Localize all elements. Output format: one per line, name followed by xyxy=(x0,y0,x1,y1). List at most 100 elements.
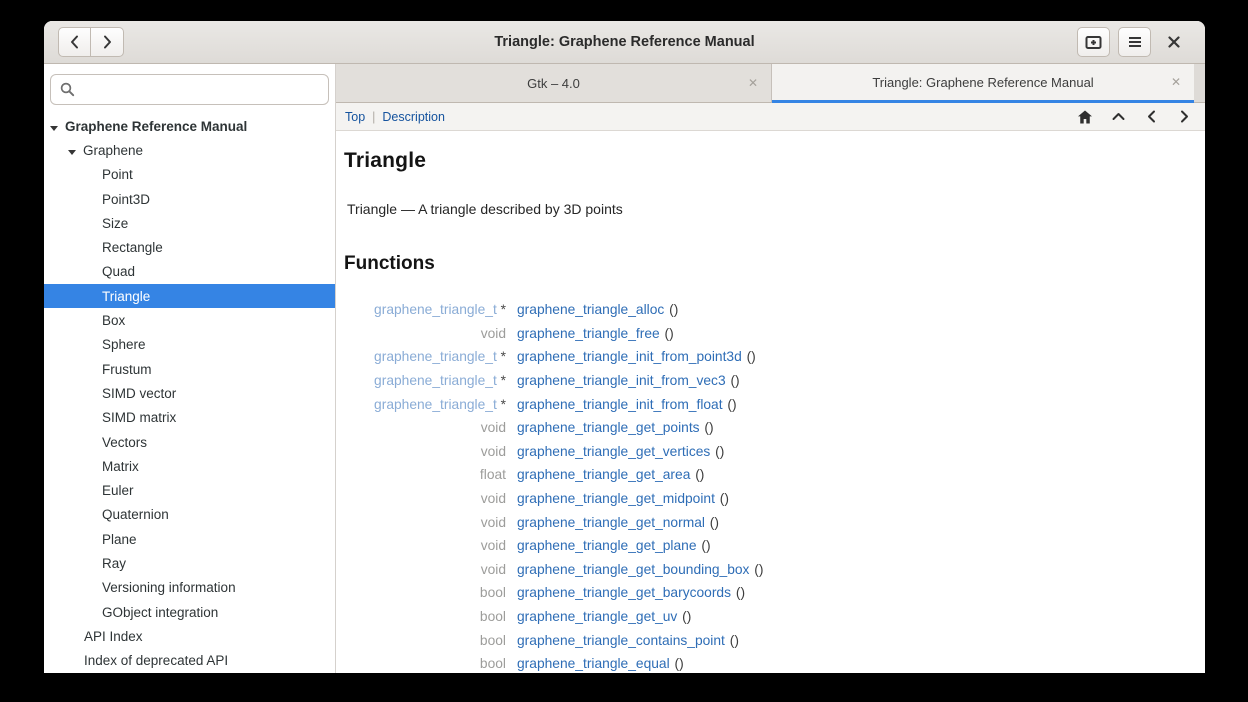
sidebar-item-label: Box xyxy=(102,313,125,328)
function-parens: () xyxy=(724,397,737,412)
sidebar-item-label: Quad xyxy=(102,264,135,279)
search-input[interactable] xyxy=(82,82,319,97)
function-name: graphene_triangle_get_plane () xyxy=(517,538,711,553)
sidebar-item-size[interactable]: Size xyxy=(44,211,335,235)
function-parens: () xyxy=(706,515,719,530)
function-link-graphene-triangle-get-bounding-box[interactable]: graphene_triangle_get_bounding_box xyxy=(517,562,749,577)
nav-link-description[interactable]: Description xyxy=(382,110,445,124)
return-type-link[interactable]: graphene_triangle_t xyxy=(374,373,497,388)
sidebar-item-label: Plane xyxy=(102,532,137,547)
return-type-text: void xyxy=(481,420,506,435)
sidebar-item-gobject-integration[interactable]: GObject integration xyxy=(44,600,335,624)
return-type-text: bool xyxy=(480,656,506,671)
function-link-graphene-triangle-init-from-float[interactable]: graphene_triangle_init_from_float xyxy=(517,397,723,412)
function-parens: () xyxy=(727,373,740,388)
function-link-graphene-triangle-get-plane[interactable]: graphene_triangle_get_plane xyxy=(517,538,697,553)
function-name: graphene_triangle_get_barycoords () xyxy=(517,585,745,600)
function-link-graphene-triangle-init-from-point3d[interactable]: graphene_triangle_init_from_point3d xyxy=(517,349,742,364)
titlebar: Triangle: Graphene Reference Manual xyxy=(44,21,1205,64)
tab-triangle-graphene-reference-manual[interactable]: Triangle: Graphene Reference Manual✕ xyxy=(772,64,1194,103)
sidebar-item-label: SIMD vector xyxy=(102,386,176,401)
return-type-link[interactable]: graphene_triangle_t xyxy=(374,349,497,364)
sidebar-item-quaternion[interactable]: Quaternion xyxy=(44,503,335,527)
return-type-text: void xyxy=(481,444,506,459)
function-return-type: void xyxy=(344,420,506,435)
search-box[interactable] xyxy=(50,74,329,105)
main-pane: Gtk – 4.0✕Triangle: Graphene Reference M… xyxy=(336,64,1205,673)
sidebar-item-ray[interactable]: Ray xyxy=(44,551,335,575)
new-tab-button[interactable] xyxy=(1077,27,1110,57)
sidebar-item-label: Versioning information xyxy=(102,580,236,595)
sidebar-item-triangle[interactable]: Triangle xyxy=(44,284,335,308)
tab-close-icon[interactable]: ✕ xyxy=(748,77,758,89)
tab-gtk-4-0[interactable]: Gtk – 4.0✕ xyxy=(336,64,772,103)
function-return-type: graphene_triangle_t * xyxy=(344,349,506,364)
sidebar-item-label: SIMD matrix xyxy=(102,410,176,425)
sidebar-item-simd-matrix[interactable]: SIMD matrix xyxy=(44,406,335,430)
return-type-link[interactable]: graphene_triangle_t xyxy=(374,302,497,317)
sidebar-item-graphene[interactable]: Graphene xyxy=(44,138,335,162)
forward-button[interactable] xyxy=(91,27,124,57)
menu-button[interactable] xyxy=(1118,27,1151,57)
function-return-type: bool xyxy=(344,656,506,671)
function-link-graphene-triangle-get-normal[interactable]: graphene_triangle_get_normal xyxy=(517,515,705,530)
sidebar-item-index-of-deprecated-api[interactable]: Index of deprecated API xyxy=(44,649,335,673)
function-name: graphene_triangle_get_uv () xyxy=(517,609,691,624)
return-type-text: bool xyxy=(480,633,506,648)
chevron-left-icon[interactable] xyxy=(1144,110,1158,124)
pointer-star: * xyxy=(497,349,506,364)
sidebar-item-simd-vector[interactable]: SIMD vector xyxy=(44,381,335,405)
sidebar-item-label: Sphere xyxy=(102,337,146,352)
function-link-graphene-triangle-equal[interactable]: graphene_triangle_equal xyxy=(517,656,670,671)
nav-link-top[interactable]: Top xyxy=(345,110,365,124)
function-row: floatgraphene_triangle_get_area () xyxy=(344,463,1205,487)
tab-close-icon[interactable]: ✕ xyxy=(1171,76,1181,88)
function-parens: () xyxy=(732,585,745,600)
sidebar-item-point[interactable]: Point xyxy=(44,163,335,187)
sidebar-item-graphene-reference-manual[interactable]: Graphene Reference Manual xyxy=(44,114,335,138)
sidebar-item-vectors[interactable]: Vectors xyxy=(44,430,335,454)
sidebar-item-euler[interactable]: Euler xyxy=(44,478,335,502)
function-link-graphene-triangle-alloc[interactable]: graphene_triangle_alloc xyxy=(517,302,664,317)
function-link-graphene-triangle-get-vertices[interactable]: graphene_triangle_get_vertices xyxy=(517,444,710,459)
return-type-link[interactable]: graphene_triangle_t xyxy=(374,397,497,412)
sidebar-item-label: Euler xyxy=(102,483,134,498)
sidebar-item-point3d[interactable]: Point3D xyxy=(44,187,335,211)
doc-nav-links: Top | Description xyxy=(345,110,445,124)
function-link-graphene-triangle-get-barycoords[interactable]: graphene_triangle_get_barycoords xyxy=(517,585,731,600)
sidebar-item-quad[interactable]: Quad xyxy=(44,260,335,284)
chevron-up-icon[interactable] xyxy=(1111,110,1125,124)
function-link-graphene-triangle-init-from-vec3[interactable]: graphene_triangle_init_from_vec3 xyxy=(517,373,726,388)
chevron-right-icon[interactable] xyxy=(1177,110,1191,124)
sidebar-item-plane[interactable]: Plane xyxy=(44,527,335,551)
expander-icon[interactable] xyxy=(68,150,76,155)
new-tab-icon xyxy=(1085,35,1102,50)
home-icon[interactable] xyxy=(1078,110,1092,124)
function-link-graphene-triangle-get-midpoint[interactable]: graphene_triangle_get_midpoint xyxy=(517,491,715,506)
sidebar-item-rectangle[interactable]: Rectangle xyxy=(44,235,335,259)
function-row: voidgraphene_triangle_get_points () xyxy=(344,416,1205,440)
sidebar-item-box[interactable]: Box xyxy=(44,308,335,332)
back-button[interactable] xyxy=(58,27,91,57)
expander-icon[interactable] xyxy=(50,126,58,131)
function-link-graphene-triangle-get-area[interactable]: graphene_triangle_get_area xyxy=(517,467,690,482)
function-link-graphene-triangle-contains-point[interactable]: graphene_triangle_contains_point xyxy=(517,633,725,648)
function-return-type: void xyxy=(344,562,506,577)
close-window-button[interactable] xyxy=(1157,27,1191,57)
chevron-right-icon xyxy=(103,35,112,49)
sidebar-item-frustum[interactable]: Frustum xyxy=(44,357,335,381)
function-link-graphene-triangle-free[interactable]: graphene_triangle_free xyxy=(517,326,660,341)
sidebar-item-matrix[interactable]: Matrix xyxy=(44,454,335,478)
sidebar-item-label: Graphene xyxy=(83,143,143,158)
return-type-text: void xyxy=(481,326,506,341)
sidebar-item-sphere[interactable]: Sphere xyxy=(44,333,335,357)
sidebar-item-versioning-information[interactable]: Versioning information xyxy=(44,576,335,600)
function-link-graphene-triangle-get-uv[interactable]: graphene_triangle_get_uv xyxy=(517,609,677,624)
function-name: graphene_triangle_get_vertices () xyxy=(517,444,724,459)
function-row: voidgraphene_triangle_get_midpoint () xyxy=(344,487,1205,511)
function-name: graphene_triangle_alloc () xyxy=(517,302,678,317)
function-name: graphene_triangle_free () xyxy=(517,326,674,341)
function-link-graphene-triangle-get-points[interactable]: graphene_triangle_get_points xyxy=(517,420,700,435)
function-row: boolgraphene_triangle_get_barycoords () xyxy=(344,581,1205,605)
sidebar-item-api-index[interactable]: API Index xyxy=(44,624,335,648)
